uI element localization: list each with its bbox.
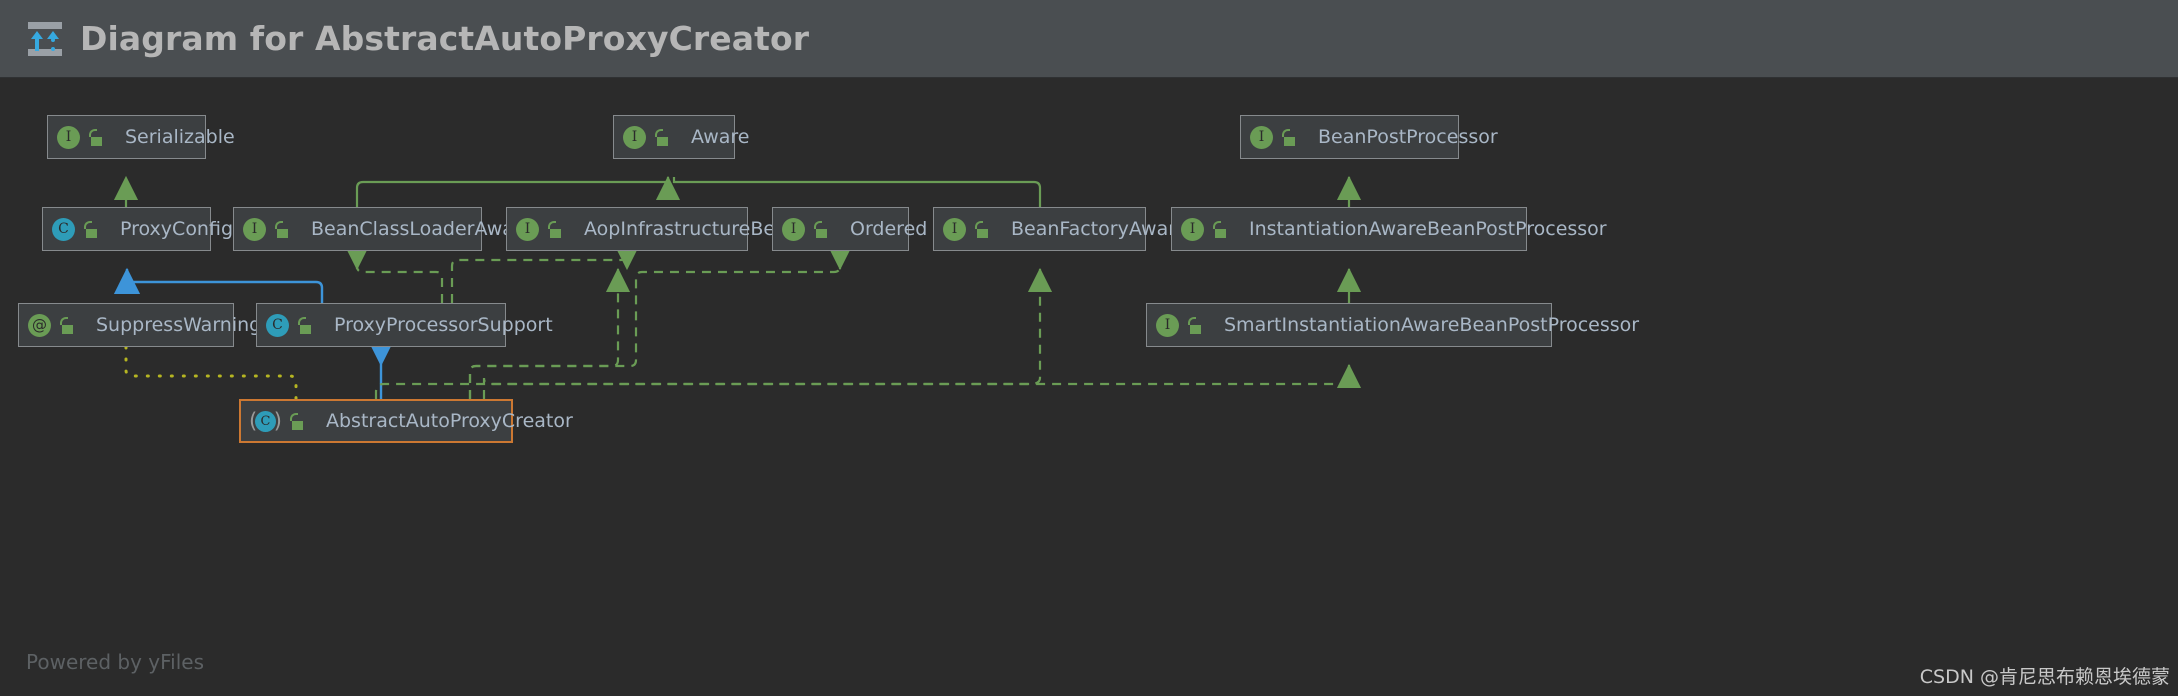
- node-label: BeanFactoryAware: [1011, 217, 1188, 240]
- diagram-canvas[interactable]: I Serializable I Aware I BeanPostProcessor C Pr…: [0, 78, 2178, 696]
- node-serializable[interactable]: I Serializable: [47, 115, 235, 159]
- unlock-icon: [59, 316, 76, 334]
- uml-diagram-icon: [26, 20, 64, 58]
- interface-icon: I: [1250, 125, 1273, 149]
- interface-icon: I: [516, 217, 539, 241]
- node-label: ProxyConfig: [120, 217, 234, 240]
- powered-by-label: Powered by yFiles: [26, 650, 204, 674]
- node-pps[interactable]: C ProxyProcessorSupport: [256, 303, 553, 347]
- annotation-icon: @: [28, 313, 51, 337]
- node-label: AbstractAutoProxyCreator: [326, 409, 573, 432]
- node-label: BeanClassLoaderAware: [311, 217, 533, 240]
- edge-aapc-suppresswarnings: [124, 345, 298, 401]
- node-aopinfra[interactable]: I AopInfrastructureBean: [506, 207, 799, 251]
- diagram-edges: [113, 175, 1362, 401]
- unlock-icon: [974, 220, 991, 238]
- node-proxyconfig[interactable]: C ProxyConfig: [42, 207, 233, 251]
- abstract-class-icon: (C): [249, 408, 282, 433]
- node-label: InstantiationAwareBeanPostProcessor: [1249, 217, 1607, 240]
- interface-icon: I: [1156, 313, 1179, 337]
- edge-bfaware-aware: [672, 177, 1042, 207]
- interface-icon: I: [243, 217, 266, 241]
- window-titlebar: Diagram for AbstractAutoProxyCreator: [0, 0, 2178, 78]
- unlock-icon: [1187, 316, 1204, 334]
- node-label: BeanPostProcessor: [1318, 125, 1498, 148]
- interface-icon: I: [782, 217, 805, 241]
- node-siabpp[interactable]: I SmartInstantiationAwareBeanPostProcesso…: [1146, 303, 1639, 347]
- page-title: Diagram for AbstractAutoProxyCreator: [80, 19, 810, 58]
- edge-pps-proxyconfig: [113, 267, 324, 303]
- node-bclaware[interactable]: I BeanClassLoaderAware: [233, 207, 533, 251]
- unlock-icon: [297, 316, 314, 334]
- class-icon: C: [52, 217, 75, 241]
- node-suppresswarn[interactable]: @ SuppressWarnings: [18, 303, 271, 347]
- edge-aapc-bfaware: [482, 267, 1053, 399]
- edge-pps-bclaware: [344, 245, 444, 303]
- edge-bclaware-aware: [355, 175, 681, 207]
- node-label: Serializable: [125, 125, 235, 148]
- class-icon: C: [266, 313, 289, 337]
- edge-aapc-siabpp: [374, 363, 1362, 399]
- node-bfaware[interactable]: I BeanFactoryAware: [933, 207, 1187, 251]
- node-label: Ordered: [850, 217, 928, 240]
- node-aapc[interactable]: (C) AbstractAutoProxyCreator: [239, 399, 573, 443]
- node-label: Aware: [691, 125, 750, 148]
- interface-icon: I: [623, 125, 646, 149]
- node-iabpp[interactable]: I InstantiationAwareBeanPostProcessor: [1171, 207, 1607, 251]
- unlock-icon: [88, 128, 105, 146]
- edge-pps-aopinfra: [450, 245, 640, 303]
- interface-icon: I: [1181, 217, 1204, 241]
- node-label: AopInfrastructureBean: [584, 217, 799, 240]
- unlock-icon: [289, 412, 306, 430]
- node-label: SuppressWarnings: [96, 313, 272, 336]
- interface-icon: I: [57, 125, 80, 149]
- node-label: ProxyProcessorSupport: [334, 313, 553, 336]
- node-aware[interactable]: I Aware: [613, 115, 750, 159]
- csdn-watermark: CSDN @肯尼思布赖恩埃德蒙: [1919, 666, 2170, 688]
- unlock-icon: [813, 220, 830, 238]
- node-ordered[interactable]: I Ordered: [772, 207, 927, 251]
- unlock-icon: [83, 220, 100, 238]
- node-beanpost[interactable]: I BeanPostProcessor: [1240, 115, 1498, 159]
- unlock-icon: [1212, 220, 1229, 238]
- node-label: SmartInstantiationAwareBeanPostProcessor: [1224, 313, 1640, 336]
- unlock-icon: [547, 220, 564, 238]
- unlock-icon: [1281, 128, 1298, 146]
- interface-icon: I: [943, 217, 966, 241]
- unlock-icon: [654, 128, 671, 146]
- unlock-icon: [274, 220, 291, 238]
